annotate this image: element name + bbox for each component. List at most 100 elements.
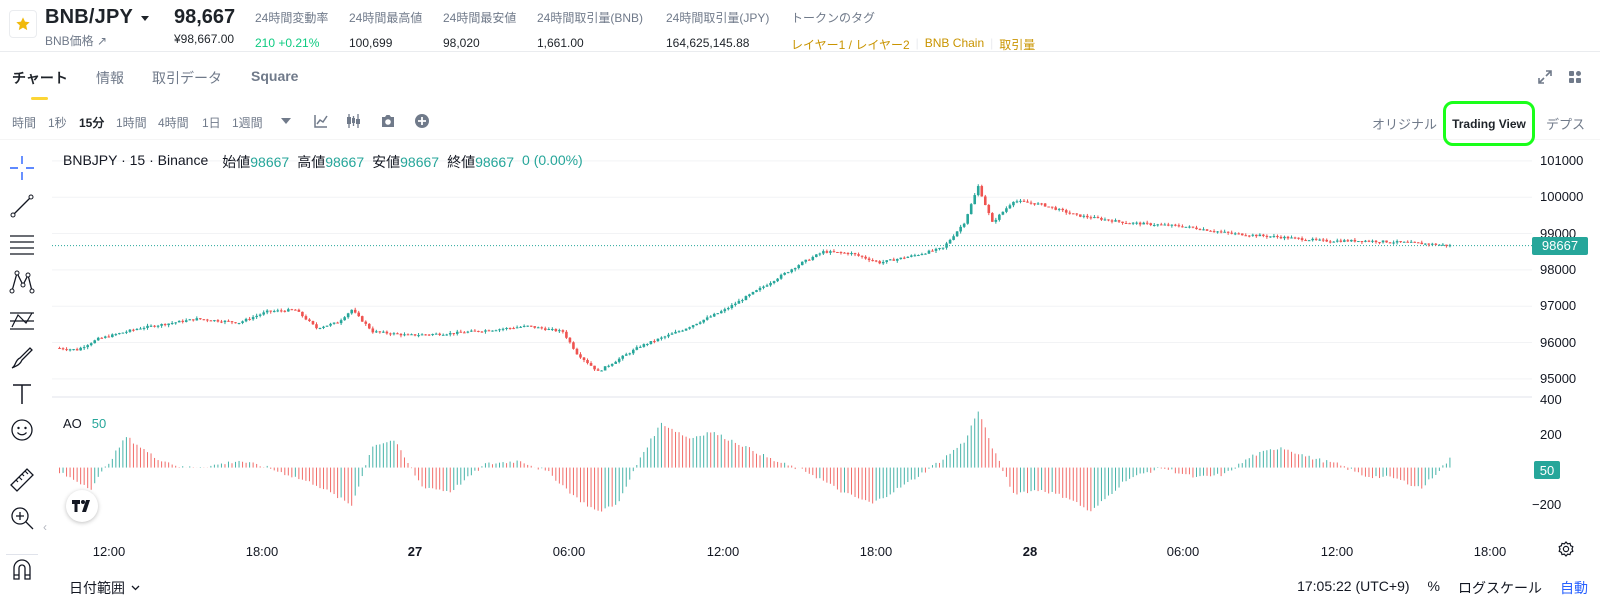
clock-timezone[interactable]: 17:05:22 (UTC+9) — [1297, 578, 1409, 598]
emoji-tool[interactable] — [8, 416, 36, 444]
candle-body — [1385, 240, 1388, 243]
candle-body — [332, 322, 336, 324]
ao-name[interactable]: AO — [63, 416, 82, 431]
candle-body — [371, 328, 375, 333]
candle-body — [216, 320, 220, 322]
zoom-tool[interactable] — [8, 504, 36, 532]
view-tradingview-button[interactable]: Trading View — [1443, 101, 1535, 146]
candle-body — [895, 259, 899, 261]
legend-high-label: 高値 — [297, 154, 326, 170]
trendline-tool[interactable] — [8, 192, 36, 220]
candle-body — [945, 243, 948, 248]
tab-info[interactable]: 情報 — [96, 68, 124, 88]
candle-body — [111, 334, 114, 338]
interval-1s[interactable]: 1秒 — [48, 114, 67, 131]
view-depth-button[interactable]: デプス — [1546, 114, 1585, 133]
crosshair-tool[interactable] — [8, 154, 36, 182]
auto-scale-toggle[interactable]: 自動 — [1560, 578, 1588, 598]
interval-1d[interactable]: 1日 — [202, 114, 221, 131]
candle-body — [463, 332, 466, 334]
add-circle-icon[interactable] — [413, 112, 431, 130]
token-tag[interactable]: 取引量 — [999, 36, 1035, 53]
candle-body — [1138, 222, 1142, 225]
candle-body — [1290, 237, 1293, 239]
text-tool[interactable] — [8, 380, 36, 408]
candle-body — [1054, 207, 1057, 210]
camera-icon[interactable] — [379, 112, 397, 130]
candle-body — [783, 272, 786, 275]
interval-15m[interactable]: 15分 — [79, 114, 104, 131]
candle-body — [558, 330, 561, 332]
candle-body — [1318, 239, 1321, 241]
candle-body — [547, 329, 551, 331]
candle-body — [762, 286, 765, 288]
layout-grid-icon[interactable] — [1568, 70, 1582, 84]
log-scale-toggle[interactable]: ログスケール — [1458, 578, 1542, 598]
fullscreen-icon[interactable] — [1538, 70, 1552, 84]
candle-body — [1008, 205, 1012, 209]
tradingview-logo[interactable] — [66, 490, 98, 522]
candle-body — [642, 344, 646, 347]
token-tag[interactable]: レイヤー1 / レイヤー2 — [791, 36, 910, 53]
symbol-selector[interactable]: BNB/JPY — [45, 6, 150, 29]
tab-chart[interactable]: チャート — [12, 68, 68, 88]
price-link[interactable]: BNB価格 ↗ — [45, 32, 107, 49]
legend-symbol[interactable]: BNBJPY · 15 · Binance — [63, 152, 208, 172]
candle-body — [811, 256, 815, 260]
time-tick: 12:00 — [1320, 544, 1354, 559]
candle-body — [65, 349, 68, 351]
tab-trading-data[interactable]: 取引データ — [152, 68, 222, 88]
candle-body — [987, 205, 991, 214]
candle-body — [153, 325, 156, 327]
view-original-button[interactable]: オリジナル — [1372, 114, 1437, 133]
zoom-in-icon — [11, 507, 34, 530]
candle-body — [403, 334, 406, 336]
price-chart[interactable] — [52, 150, 1600, 568]
candle-body — [382, 331, 385, 333]
candle-body — [1050, 206, 1054, 208]
fib-lines-tool[interactable] — [8, 230, 36, 258]
candle-body — [934, 248, 938, 251]
candle-body — [125, 331, 128, 333]
candle-body — [1209, 230, 1212, 232]
indicators-icon[interactable] — [312, 112, 330, 130]
measure-tool[interactable] — [8, 466, 36, 494]
pattern-tool[interactable] — [8, 268, 36, 296]
interval-1h[interactable]: 1時間 — [116, 114, 147, 131]
percent-scale-toggle[interactable]: % — [1428, 578, 1440, 598]
candle-body — [491, 330, 494, 332]
candle-body — [1170, 224, 1174, 226]
candle-body — [1339, 240, 1343, 242]
candle-body — [526, 325, 529, 327]
active-tab-indicator — [31, 97, 48, 100]
candle-body — [631, 349, 635, 354]
tab-square[interactable]: Square — [251, 68, 298, 84]
caret-down-icon — [141, 16, 150, 21]
brush-tool[interactable] — [8, 344, 36, 372]
interval-time[interactable]: 時間 — [12, 114, 36, 131]
collapse-toolbar-icon[interactable]: ‹ — [43, 520, 47, 534]
candle-body — [1015, 201, 1019, 203]
candle-body — [991, 213, 994, 222]
favorite-button[interactable] — [9, 10, 37, 38]
candle-body — [322, 326, 325, 328]
candle-body — [797, 265, 801, 269]
interval-4h[interactable]: 4時間 — [158, 114, 189, 131]
settings-gear-icon[interactable] — [1558, 541, 1574, 557]
more-intervals-caret-icon[interactable] — [277, 112, 295, 130]
interval-1w[interactable]: 1週間 — [232, 114, 263, 131]
prediction-tool[interactable] — [8, 306, 36, 334]
candle-type-icon[interactable] — [345, 112, 363, 130]
legend-change: 0 (0.00%) — [522, 152, 583, 168]
date-range-button[interactable]: 日付範囲 — [69, 578, 140, 598]
candle-body — [843, 252, 846, 254]
token-tag[interactable]: BNB Chain — [925, 36, 984, 53]
candle-body — [800, 261, 804, 266]
candle-body — [367, 323, 371, 329]
candle-body — [825, 251, 829, 253]
candle-body — [610, 363, 614, 366]
candle-body — [237, 322, 241, 324]
candle-body — [691, 325, 695, 328]
candle-body — [857, 254, 860, 256]
candle-body — [786, 272, 790, 274]
